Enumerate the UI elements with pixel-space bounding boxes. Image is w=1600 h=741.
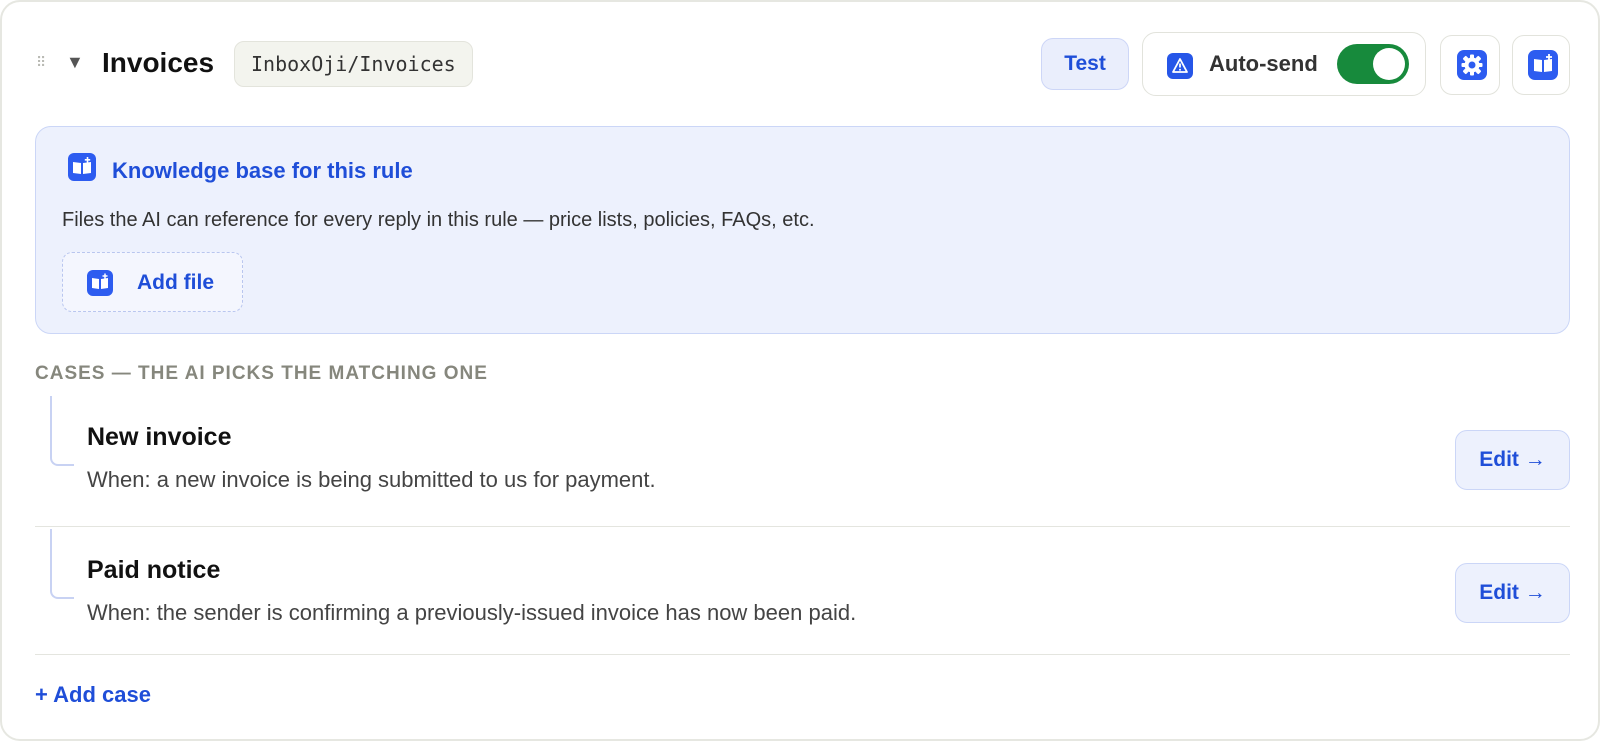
case-description: When: the sender is confirming a previou…	[87, 600, 857, 625]
case-row: Paid notice When: the sender is confirmi…	[35, 526, 1570, 652]
knowledge-base-button[interactable]	[1512, 35, 1570, 95]
case-row: New invoice When: a new invoice is being…	[35, 394, 1570, 520]
knowledge-base-description: Files the AI can reference for every rep…	[62, 209, 815, 231]
rule-path-chip: InboxOji/Invoices	[234, 41, 473, 87]
case-bracket	[50, 396, 74, 466]
edit-case-button[interactable]: Edit →	[1455, 430, 1570, 490]
toggle-knob	[1373, 48, 1405, 80]
knowledge-base-panel: Knowledge base for this rule Files the A…	[35, 126, 1570, 334]
knowledge-base-title: Knowledge base for this rule	[112, 158, 413, 183]
case-description: When: a new invoice is being submitted t…	[87, 467, 656, 492]
rule-card: ⠿ ▼ Invoices InboxOji/Invoices Test Auto…	[0, 0, 1600, 741]
add-file-button[interactable]: Add file	[62, 252, 243, 312]
autosend-control: Auto-send	[1142, 32, 1426, 96]
test-button[interactable]: Test	[1041, 38, 1129, 90]
rule-header: ⠿ ▼ Invoices InboxOji/Invoices Test Auto…	[2, 32, 1598, 96]
autosend-toggle[interactable]	[1337, 44, 1409, 84]
drag-handle-icon[interactable]: ⠿	[36, 53, 48, 71]
book-icon	[68, 153, 96, 181]
edit-case-button[interactable]: Edit →	[1455, 563, 1570, 623]
settings-button[interactable]	[1440, 35, 1500, 95]
autosend-label: Auto-send	[1209, 51, 1318, 76]
collapse-caret-icon[interactable]: ▼	[66, 51, 84, 73]
case-title: Paid notice	[87, 556, 221, 584]
add-file-label: Add file	[137, 271, 214, 294]
divider	[35, 654, 1570, 655]
cases-heading: CASES — THE AI PICKS THE MATCHING ONE	[35, 363, 488, 384]
warning-icon	[1167, 53, 1193, 79]
book-icon	[1528, 50, 1558, 80]
case-title: New invoice	[87, 423, 232, 451]
gear-icon	[1457, 50, 1487, 80]
case-bracket	[50, 529, 74, 599]
add-case-button[interactable]: + Add case	[35, 681, 151, 709]
rule-title: Invoices	[102, 47, 215, 78]
book-icon	[87, 270, 113, 296]
